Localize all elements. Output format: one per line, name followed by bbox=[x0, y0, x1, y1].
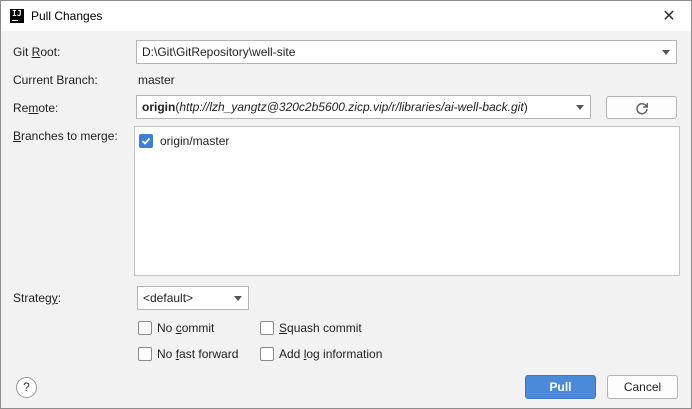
no-commit-label-post: ommit bbox=[181, 321, 215, 335]
remote-name: origin bbox=[142, 100, 176, 114]
strategy-label-pre: Strateg bbox=[13, 291, 52, 305]
add-log-label: Add log information bbox=[279, 347, 382, 361]
add-log-checkbox[interactable] bbox=[260, 347, 274, 361]
remote-label-mnemonic: m bbox=[28, 101, 39, 115]
title-bar: IJ Pull Changes ✕ bbox=[1, 1, 691, 31]
squash-commit-label: Squash commit bbox=[279, 321, 362, 335]
no-fast-forward-checkbox[interactable] bbox=[138, 347, 152, 361]
chevron-down-icon bbox=[234, 296, 242, 301]
squash-commit-label-mnemonic: S bbox=[279, 321, 288, 335]
branches-label: Branches to merge: bbox=[13, 129, 118, 143]
no-commit-label: No commit bbox=[157, 321, 214, 335]
git-root-label-post: oot: bbox=[40, 45, 61, 59]
git-root-select[interactable]: D:\Git\GitRepository\well-site bbox=[136, 40, 677, 64]
branches-list[interactable]: origin/master bbox=[134, 126, 680, 276]
help-button[interactable]: ? bbox=[16, 377, 37, 398]
add-log-label-post: og information bbox=[306, 347, 383, 361]
refresh-icon bbox=[636, 103, 648, 115]
remote-select[interactable]: origin(http://lzh_yangtz@320c2b5600.zicp… bbox=[136, 95, 591, 119]
remote-close-paren: ) bbox=[523, 100, 528, 114]
remote-label-pre: Re bbox=[13, 101, 29, 115]
chevron-down-icon bbox=[576, 105, 584, 110]
no-commit-checkbox[interactable] bbox=[138, 321, 152, 335]
strategy-label-post: : bbox=[57, 291, 62, 305]
dialog-title: Pull Changes bbox=[31, 9, 103, 23]
current-branch-label: Current Branch: bbox=[13, 73, 98, 87]
pull-changes-dialog: IJ Pull Changes ✕ Git Root: D:\Git\GitRe… bbox=[0, 0, 692, 409]
cancel-button[interactable]: Cancel bbox=[607, 375, 678, 399]
no-commit-label-pre: No bbox=[157, 321, 176, 335]
intellij-icon: IJ bbox=[10, 9, 24, 23]
remote-label-post: ote: bbox=[38, 101, 59, 115]
app-icon-text: IJ bbox=[12, 9, 22, 18]
refresh-button[interactable] bbox=[606, 96, 677, 119]
no-fast-forward-label-pre: No bbox=[157, 347, 176, 361]
current-branch-value: master bbox=[138, 73, 175, 87]
no-fast-forward-label-post: ast forward bbox=[179, 347, 239, 361]
chevron-down-icon bbox=[662, 50, 670, 55]
strategy-select[interactable]: <default> bbox=[137, 286, 249, 310]
remote-url: http://lzh_yangtz@320c2b5600.zicp.vip/r/… bbox=[179, 100, 524, 114]
remote-value: origin(http://lzh_yangtz@320c2b5600.zicp… bbox=[142, 100, 528, 114]
strategy-label: Strategy: bbox=[13, 291, 61, 305]
branches-label-mnemonic: B bbox=[13, 129, 22, 143]
check-icon bbox=[141, 137, 151, 145]
branch-checkbox[interactable] bbox=[139, 134, 153, 148]
git-root-label-pre: Git bbox=[13, 45, 32, 59]
strategy-value: <default> bbox=[143, 291, 194, 305]
squash-commit-label-post: quash commit bbox=[287, 321, 362, 335]
remote-label: Remote: bbox=[13, 101, 58, 115]
branch-label: origin/master bbox=[160, 134, 230, 148]
git-root-value: D:\Git\GitRepository\well-site bbox=[142, 45, 296, 59]
branches-label-post: ranches to merge: bbox=[21, 129, 118, 143]
no-fast-forward-label: No fast forward bbox=[157, 347, 238, 361]
squash-commit-checkbox[interactable] bbox=[260, 321, 274, 335]
add-log-label-pre: Add bbox=[279, 347, 304, 361]
close-icon[interactable]: ✕ bbox=[659, 7, 679, 25]
git-root-label: Git Root: bbox=[13, 45, 60, 59]
pull-button[interactable]: Pull bbox=[525, 375, 596, 399]
